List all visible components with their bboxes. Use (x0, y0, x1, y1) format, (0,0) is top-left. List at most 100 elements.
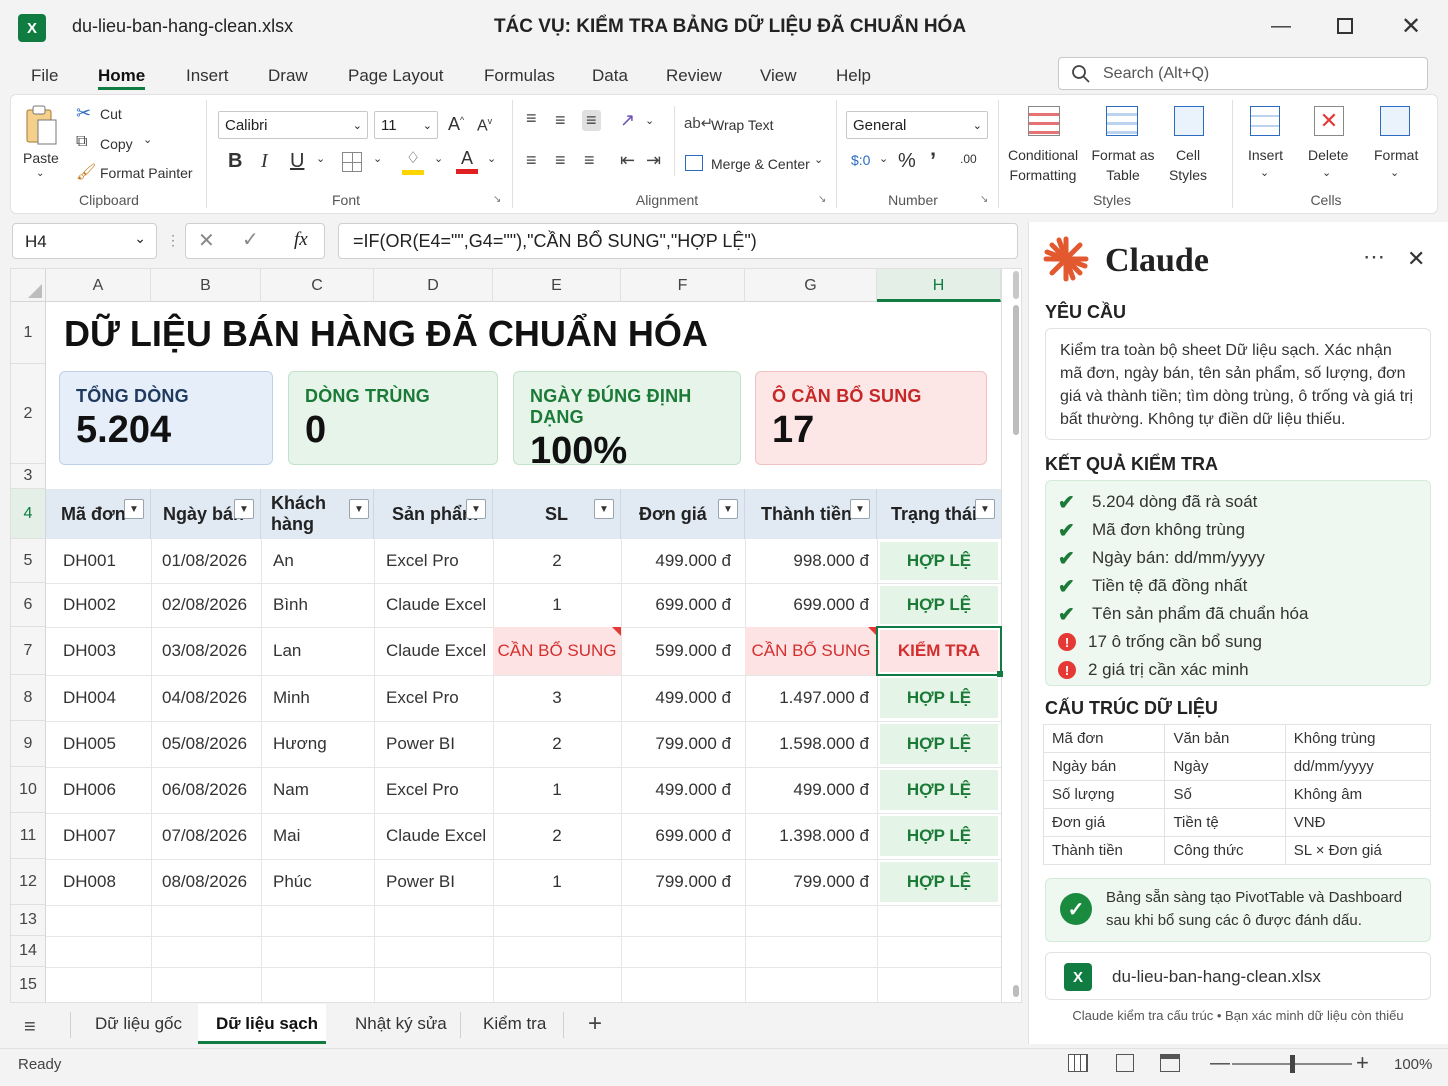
cell-sale-date[interactable]: 06/08/2026 (151, 767, 261, 813)
cell-total[interactable]: 1.497.000 đ (745, 675, 877, 721)
chevron-down-icon[interactable]: ⌄ (316, 152, 325, 165)
cell-order-id[interactable]: DH007 (46, 813, 151, 859)
cell-unit-price[interactable]: 499.000 đ (621, 675, 745, 721)
number-format-select[interactable]: General ⌄ (846, 111, 988, 139)
conditional-formatting-button[interactable]: Conditional Formatting (1008, 145, 1078, 185)
menu-data[interactable]: Data (592, 62, 628, 90)
decrease-font-icon[interactable]: Av (477, 116, 492, 135)
align-left-icon[interactable]: ≡ (526, 150, 537, 171)
sheet-list-menu-icon[interactable]: ≡ (24, 1016, 36, 1039)
cell-customer[interactable]: Minh (261, 675, 374, 721)
merge-center-button[interactable]: Merge & Center (711, 156, 810, 172)
cell-styles-icon[interactable] (1174, 106, 1204, 136)
filter-dropdown-icon[interactable]: ▼ (124, 499, 144, 519)
filter-dropdown-icon[interactable]: ▼ (466, 499, 486, 519)
column-header-e[interactable]: E (493, 269, 621, 302)
cell-styles-button[interactable]: Cell Styles (1162, 145, 1214, 185)
cell-order-id[interactable]: DH005 (46, 721, 151, 767)
cell-order-id[interactable]: DH003 (46, 627, 151, 675)
paste-icon[interactable] (24, 104, 58, 146)
zoom-slider-thumb[interactable] (1290, 1055, 1295, 1073)
font-size-select[interactable]: 11 ⌄ (374, 111, 438, 139)
borders-icon[interactable] (342, 152, 362, 172)
filter-dropdown-icon[interactable]: ▼ (234, 499, 254, 519)
select-all-corner[interactable] (11, 269, 46, 302)
cell-quantity[interactable]: 1 (493, 583, 621, 627)
table-header-sale-date[interactable]: Ngày bán ▼ (151, 489, 261, 539)
cell-quantity[interactable]: 1 (493, 767, 621, 813)
cell-product[interactable]: Power BI (374, 859, 493, 905)
format-cells-button[interactable]: Format (1374, 147, 1418, 163)
zoom-level[interactable]: 100% (1394, 1056, 1432, 1073)
cell-unit-price[interactable]: 699.000 đ (621, 813, 745, 859)
kpi-card-missing[interactable]: Ô CẦN BỔ SUNG 17 (755, 371, 987, 465)
row-header[interactable]: 15 (11, 967, 46, 1002)
chevron-down-icon[interactable]: ⌄ (373, 152, 382, 165)
chevron-down-icon[interactable]: ⌄ (434, 152, 443, 165)
filter-dropdown-icon[interactable]: ▼ (349, 499, 369, 519)
menu-insert[interactable]: Insert (186, 62, 229, 90)
copy-chevron-icon[interactable]: ⌄ (143, 133, 152, 146)
row-header[interactable]: 9 (11, 721, 46, 767)
maximize-icon[interactable] (1322, 10, 1368, 42)
cell-sale-date[interactable]: 05/08/2026 (151, 721, 261, 767)
filter-dropdown-icon[interactable]: ▼ (594, 499, 614, 519)
decrease-indent-icon[interactable]: ⇤ (620, 150, 635, 171)
menu-formulas[interactable]: Formulas (484, 62, 555, 90)
vertical-scrollbar-thumb[interactable] (1013, 305, 1019, 435)
cell-order-id[interactable]: DH008 (46, 859, 151, 905)
filter-dropdown-icon[interactable]: ▼ (850, 499, 870, 519)
cell-sale-date[interactable]: 07/08/2026 (151, 813, 261, 859)
tab-clean-data[interactable]: Dữ liệu sạch (216, 1014, 318, 1034)
copy-button[interactable]: Copy (100, 136, 133, 152)
table-header-unit-price[interactable]: Đơn giá ▼ (621, 489, 745, 539)
row-header[interactable]: 13 (11, 905, 46, 936)
cell-unit-price[interactable]: 699.000 đ (621, 583, 745, 627)
formula-bar-grip-icon[interactable]: ⋮ (166, 232, 180, 249)
more-options-icon[interactable]: ⋯ (1363, 244, 1386, 270)
chevron-down-icon[interactable]: ⌄ (879, 152, 888, 165)
row-header[interactable]: 10 (11, 767, 46, 813)
cell-sale-date[interactable]: 08/08/2026 (151, 859, 261, 905)
table-header-total[interactable]: Thành tiền ▼ (745, 489, 877, 539)
row-header[interactable]: 2 (11, 364, 46, 464)
page-break-view-icon[interactable] (1160, 1054, 1180, 1072)
cell-status[interactable]: HỢP LỆ (880, 770, 998, 810)
conditional-formatting-icon[interactable] (1028, 106, 1060, 136)
cell-unit-price[interactable]: 499.000 đ (621, 539, 745, 583)
cell-customer[interactable]: An (261, 539, 374, 583)
column-header-b[interactable]: B (151, 269, 261, 302)
cell-quantity[interactable]: 2 (493, 721, 621, 767)
row-header[interactable]: 5 (11, 539, 46, 583)
cell-quantity[interactable]: 1 (493, 859, 621, 905)
increase-font-icon[interactable]: A^ (448, 114, 464, 135)
cell-customer[interactable]: Hương (261, 721, 374, 767)
cell-unit-price[interactable]: 799.000 đ (621, 721, 745, 767)
cell-product[interactable]: Power BI (374, 721, 493, 767)
fill-handle[interactable] (997, 671, 1003, 677)
fill-color-icon[interactable]: ♢ (402, 148, 424, 175)
underline-icon[interactable]: U (290, 150, 304, 173)
cell-status[interactable]: HỢP LỆ (880, 816, 998, 856)
format-as-table-button[interactable]: Format as Table (1090, 145, 1156, 185)
row-header[interactable]: 4 (11, 489, 46, 539)
kpi-card-duplicates[interactable]: DÒNG TRÙNG 0 (288, 371, 498, 465)
dialog-launcher-icon[interactable]: ↘ (493, 194, 501, 205)
column-header-h[interactable]: H (877, 269, 1001, 302)
delete-cells-icon[interactable]: ✕ (1314, 106, 1344, 136)
cell-total[interactable]: 799.000 đ (745, 859, 877, 905)
column-header-d[interactable]: D (374, 269, 493, 302)
font-color-icon[interactable]: A (456, 148, 478, 174)
kpi-card-date-format[interactable]: NGÀY ĐÚNG ĐỊNH DẠNG 100% (513, 371, 741, 472)
menu-view[interactable]: View (760, 62, 797, 90)
column-header-g[interactable]: G (745, 269, 877, 302)
table-header-order-id[interactable]: Mã đơn ▼ (46, 489, 151, 539)
row-header[interactable]: 3 (11, 464, 46, 489)
table-header-customer[interactable]: Khách hàng ▼ (261, 489, 374, 539)
cell-customer[interactable]: Nam (261, 767, 374, 813)
cell-unit-price[interactable]: 499.000 đ (621, 767, 745, 813)
kpi-card-total[interactable]: TỔNG DÒNG 5.204 (59, 371, 273, 465)
cell-total[interactable]: CẦN BỔ SUNG (745, 627, 877, 675)
normal-view-icon[interactable] (1068, 1054, 1088, 1072)
cell-product[interactable]: Claude Excel (374, 813, 493, 859)
